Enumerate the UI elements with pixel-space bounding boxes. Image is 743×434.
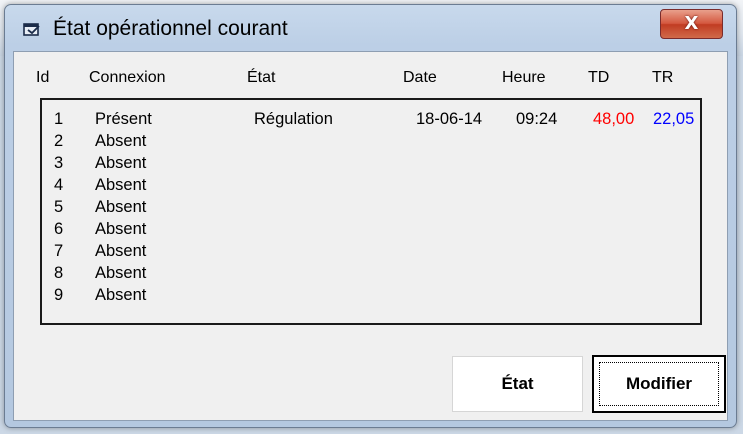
list-row[interactable]: 2 Absent	[42, 130, 700, 152]
row-connexion: Absent	[95, 220, 147, 238]
row-id: 7	[54, 242, 64, 260]
modifier-button[interactable]: Modifier	[592, 355, 726, 413]
focus-rectangle	[599, 362, 719, 406]
column-header-heure: Heure	[502, 69, 546, 86]
row-connexion: Présent	[95, 110, 152, 128]
column-header-connexion: Connexion	[89, 69, 166, 86]
row-date: 18-06-14	[416, 110, 483, 128]
row-id: 8	[54, 264, 64, 282]
close-icon: X	[684, 13, 699, 34]
row-id: 1	[54, 110, 64, 128]
column-header-tr: TR	[652, 69, 674, 86]
column-header-td: TD	[588, 69, 610, 86]
row-td-value: 48,00	[593, 110, 635, 128]
etat-button-label: État	[501, 374, 534, 393]
row-tr-value: 22,05	[653, 110, 695, 128]
status-list[interactable]: 1 Présent Régulation 18-06-14 09:24 48,0…	[40, 98, 702, 325]
row-id: 2	[54, 132, 64, 150]
dialog-body: Id Connexion État Date Heure TD TR 1 Pré…	[13, 51, 728, 421]
row-connexion: Absent	[95, 132, 147, 150]
window-title: État opérationnel courant	[53, 17, 288, 40]
list-row[interactable]: 5 Absent	[42, 196, 700, 218]
row-id: 5	[54, 198, 64, 216]
list-row[interactable]: 4 Absent	[42, 174, 700, 196]
dialog-window: État opérationnel courant X Id Connexion…	[4, 4, 737, 428]
row-connexion: Absent	[95, 198, 147, 216]
window-app-icon	[23, 23, 40, 36]
list-row[interactable]: 9 Absent	[42, 284, 700, 306]
list-row[interactable]: 6 Absent	[42, 218, 700, 240]
close-button[interactable]: X	[660, 9, 723, 39]
row-heure: 09:24	[516, 110, 558, 128]
row-id: 3	[54, 154, 64, 172]
column-header-id: Id	[36, 69, 50, 86]
column-header-etat: État	[247, 69, 276, 86]
row-id: 6	[54, 220, 64, 238]
row-connexion: Absent	[95, 154, 147, 172]
row-id: 9	[54, 286, 64, 304]
row-connexion: Absent	[95, 286, 147, 304]
row-connexion: Absent	[95, 242, 147, 260]
etat-button[interactable]: État	[452, 356, 583, 412]
row-id: 4	[54, 176, 64, 194]
list-row[interactable]: 7 Absent	[42, 240, 700, 262]
list-row[interactable]: 1 Présent Régulation 18-06-14 09:24 48,0…	[42, 108, 700, 130]
list-row[interactable]: 3 Absent	[42, 152, 700, 174]
row-etat: Régulation	[254, 110, 333, 128]
column-header-date: Date	[403, 69, 437, 86]
list-row[interactable]: 8 Absent	[42, 262, 700, 284]
title-bar[interactable]: État opérationnel courant X	[5, 5, 736, 51]
row-connexion: Absent	[95, 176, 147, 194]
row-connexion: Absent	[95, 264, 147, 282]
